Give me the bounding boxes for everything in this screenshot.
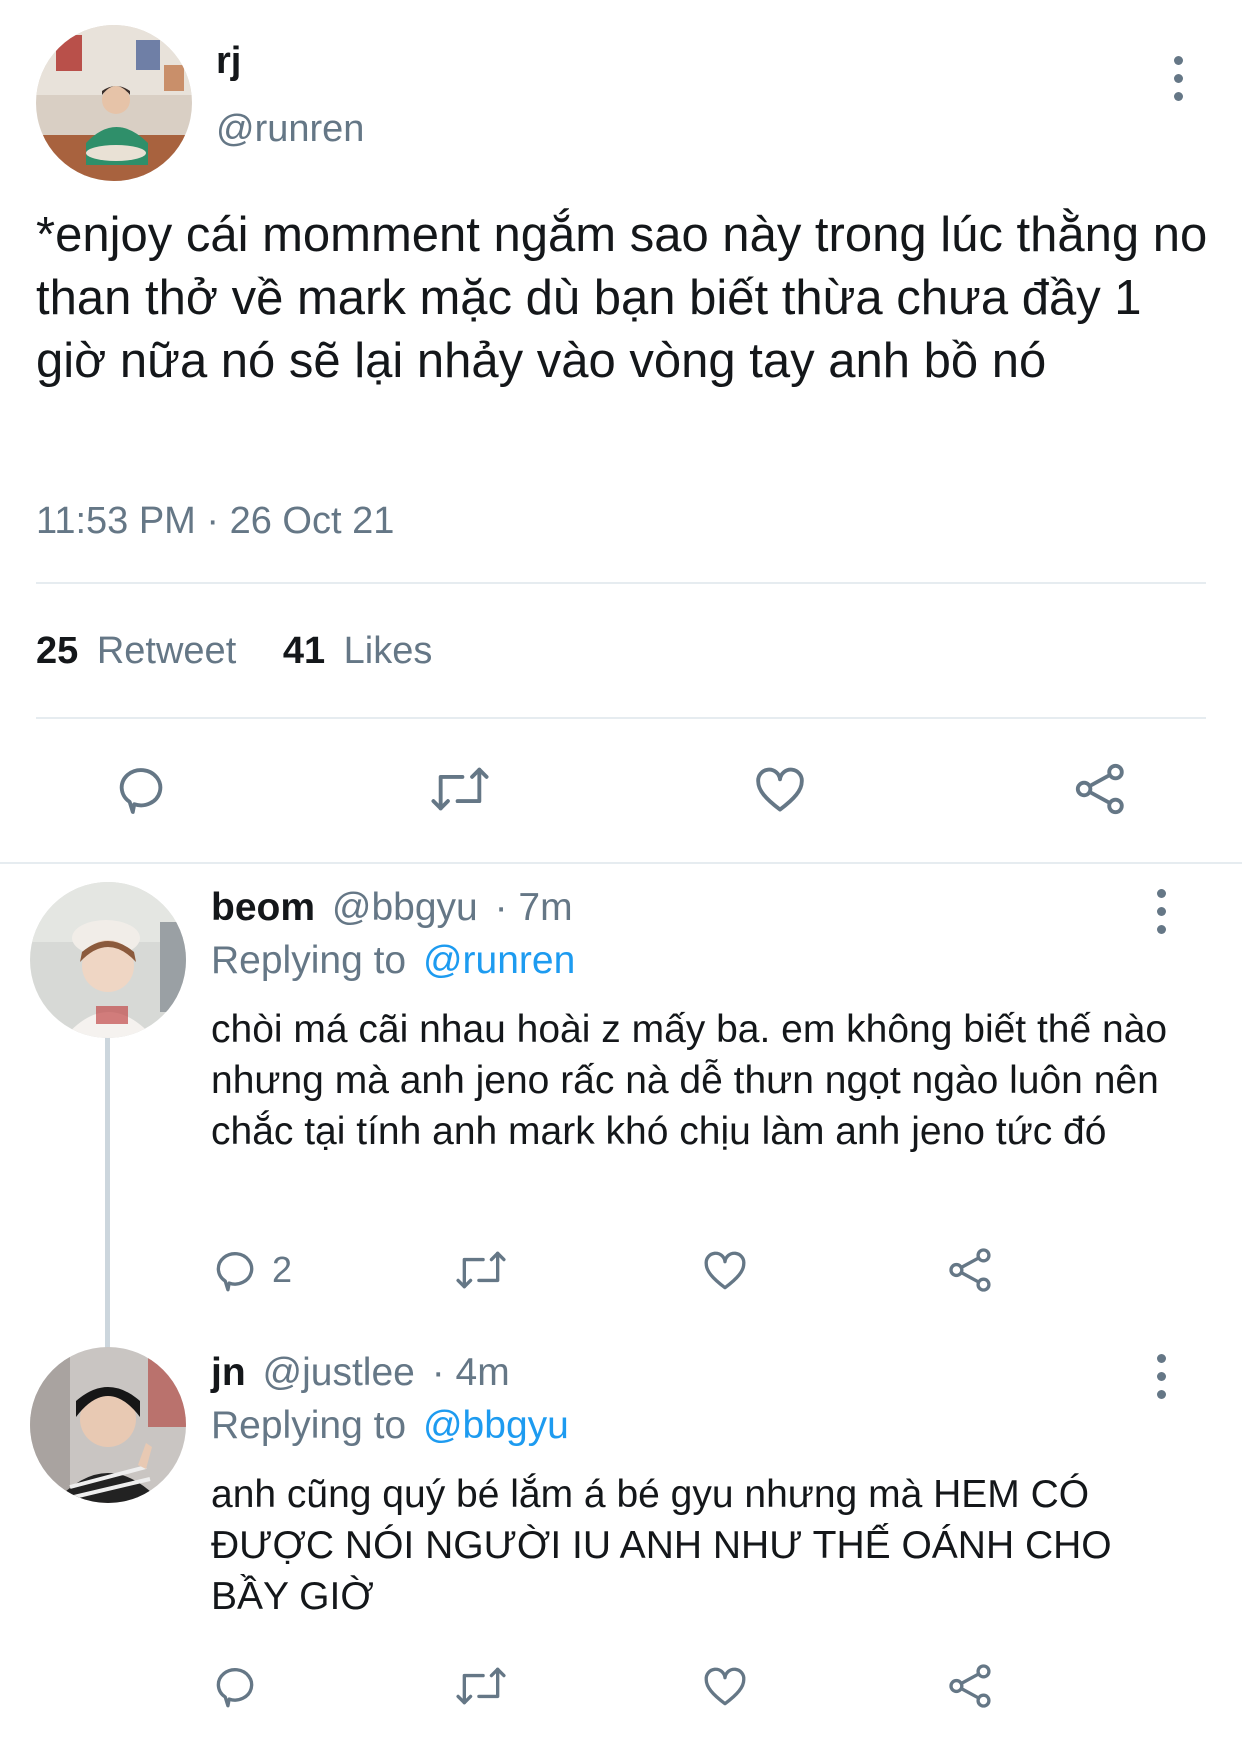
retweet-icon bbox=[431, 767, 489, 811]
more-icon[interactable] bbox=[1172, 56, 1184, 101]
replying-to: Replying to @runren bbox=[211, 937, 575, 985]
reply-display-name[interactable]: beom bbox=[211, 886, 315, 929]
reply-button[interactable] bbox=[112, 760, 170, 818]
reply-icon bbox=[119, 768, 163, 814]
divider bbox=[36, 717, 1206, 719]
share-icon bbox=[1075, 763, 1124, 815]
reply-display-name[interactable]: jn bbox=[211, 1351, 246, 1394]
share-button[interactable] bbox=[1072, 760, 1130, 818]
retweet-button[interactable] bbox=[428, 760, 492, 818]
divider bbox=[0, 862, 1242, 864]
thread-line bbox=[105, 1036, 110, 1352]
retweet-icon bbox=[456, 1667, 506, 1705]
main-tweet-stats: 25 Retweet 41 Likes bbox=[36, 628, 432, 674]
reply-button[interactable]: 2 bbox=[210, 1245, 292, 1295]
reply-handle[interactable]: @justlee bbox=[263, 1351, 415, 1394]
reply-time: · 4m bbox=[431, 1351, 510, 1394]
reply-author-avatar[interactable] bbox=[30, 882, 186, 1038]
share-icon bbox=[949, 1248, 991, 1292]
more-icon[interactable] bbox=[1155, 1354, 1167, 1399]
main-tweet-text: *enjoy cái momment ngắm sao này trong lú… bbox=[36, 208, 1208, 388]
replying-to: Replying to @bbgyu bbox=[211, 1402, 569, 1450]
retweet-label[interactable]: Retweet bbox=[97, 630, 236, 672]
like-icon bbox=[704, 1667, 746, 1706]
replying-to-link[interactable]: @runren bbox=[423, 939, 575, 982]
retweet-icon bbox=[456, 1251, 506, 1289]
replying-prefix: Replying to bbox=[211, 1404, 407, 1447]
reply-header: beom @bbgyu · 7m bbox=[211, 884, 573, 932]
retweet-button[interactable] bbox=[453, 1661, 509, 1711]
main-handle[interactable]: @runren bbox=[216, 106, 364, 152]
like-button[interactable] bbox=[700, 1661, 750, 1711]
like-label[interactable]: Likes bbox=[344, 630, 433, 672]
share-button[interactable] bbox=[946, 1245, 996, 1295]
share-icon bbox=[949, 1664, 991, 1708]
like-button[interactable] bbox=[700, 1245, 750, 1295]
more-icon[interactable] bbox=[1155, 889, 1167, 934]
divider bbox=[36, 582, 1206, 584]
reply-handle[interactable]: @bbgyu bbox=[332, 886, 478, 929]
reply-icon bbox=[216, 1252, 254, 1292]
like-icon bbox=[704, 1251, 746, 1290]
main-tweet-timestamp: 11:53 PM · 26 Oct 21 bbox=[36, 500, 395, 542]
like-icon bbox=[756, 767, 804, 812]
reply-header: jn @justlee · 4m bbox=[211, 1349, 510, 1397]
main-display-name[interactable]: rj bbox=[216, 38, 241, 84]
reply-author-avatar[interactable] bbox=[30, 1347, 186, 1503]
like-button[interactable] bbox=[751, 760, 809, 818]
retweet-button[interactable] bbox=[453, 1245, 509, 1295]
reply-text: anh cũng quý bé lắm á bé gyu nhưng mà HE… bbox=[211, 1473, 1112, 1618]
like-count[interactable]: 41 bbox=[283, 630, 325, 672]
reply-time: · 7m bbox=[494, 886, 573, 929]
share-button[interactable] bbox=[946, 1661, 996, 1711]
retweet-count[interactable]: 25 bbox=[36, 630, 78, 672]
reply-text: chòi má cãi nhau hoài z mấy ba. em không… bbox=[211, 1008, 1168, 1153]
replying-prefix: Replying to bbox=[211, 939, 407, 982]
replying-to-link[interactable]: @bbgyu bbox=[423, 1404, 569, 1447]
reply-icon bbox=[216, 1668, 254, 1708]
reply-count: 2 bbox=[272, 1249, 293, 1290]
reply-button[interactable] bbox=[210, 1661, 272, 1711]
main-author-avatar[interactable] bbox=[36, 25, 192, 181]
